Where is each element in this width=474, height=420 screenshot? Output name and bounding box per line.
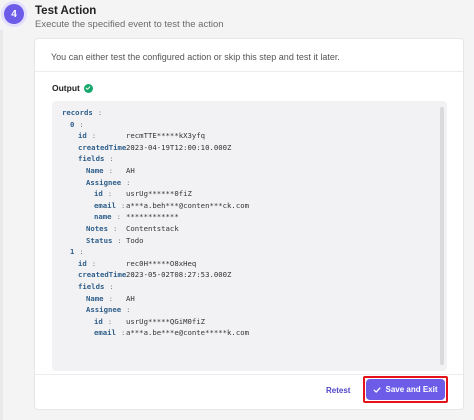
json-colon: : (109, 154, 114, 164)
json-line: Notes: Contentstack (62, 223, 433, 235)
output-code-panel[interactable]: records:0: id: recmTTE*****kX3yfq createdTi… (52, 101, 447, 371)
json-line: Name: AH (62, 293, 433, 305)
json-key: id (78, 131, 87, 141)
json-key: id (94, 189, 103, 199)
json-key: fields (78, 154, 105, 164)
json-colon: : (120, 328, 126, 338)
divider (35, 71, 463, 72)
json-colon: : (107, 316, 113, 326)
save-and-exit-button[interactable]: Save and Exit (366, 379, 445, 400)
json-colon: : (126, 177, 131, 187)
json-line: createdTime:2023-05-02T08:27:53.000Z (62, 269, 433, 281)
retest-button[interactable]: Retest (326, 386, 350, 395)
json-line: fields: (62, 281, 433, 293)
json-value: Todo (126, 235, 144, 245)
json-line: Status: Todo (62, 235, 433, 247)
step-number-badge: 4 (4, 4, 24, 24)
json-value: a***a.beh***@conten***ck.com (126, 200, 250, 210)
json-line: 1: (62, 246, 433, 258)
json-key: Notes (86, 223, 108, 233)
output-header: Output (52, 83, 93, 93)
step-title: Test Action (35, 5, 97, 17)
check-icon (374, 386, 382, 393)
json-line: createdTime:2023-04-19T12:00:10.000Z (62, 142, 433, 154)
json-line: id: usrUg*****QGiM0fiZ (62, 316, 433, 328)
json-line: id: rec0H*****O8xHeq (62, 258, 433, 270)
json-colon: : (126, 305, 131, 315)
output-label: Output (52, 83, 80, 93)
check-circle-icon (83, 83, 93, 93)
json-line: id: recmTTE*****kX3yfq (62, 130, 433, 142)
footer-divider (35, 374, 463, 375)
output-json-tree: records:0: id: recmTTE*****kX3yfq createdTi… (62, 107, 433, 339)
json-colon: : (108, 165, 113, 175)
json-key: name (94, 212, 112, 222)
json-key: Assignee (86, 305, 122, 315)
info-text: You can either test the configured actio… (51, 52, 340, 62)
json-line: name: ************ (62, 211, 433, 223)
test-action-step: 4 Test Action Execute the specified even… (0, 0, 474, 420)
json-key: fields (78, 281, 105, 291)
json-value: 2023-04-19T12:00:10.000Z (126, 142, 232, 152)
json-colon: : (116, 212, 121, 222)
json-value: ************ (126, 212, 179, 222)
json-colon: : (107, 189, 113, 199)
json-colon: : (109, 281, 114, 291)
json-line: email: a***a.beh***@conten***ck.com (62, 200, 433, 212)
scrollbar[interactable] (440, 107, 444, 365)
json-key: Name (86, 165, 104, 175)
json-line: 0: (62, 119, 433, 131)
json-key: 1 (70, 247, 75, 257)
json-value: AH (126, 165, 135, 175)
json-key: email (94, 200, 116, 210)
json-key: 0 (70, 119, 75, 129)
json-line: records: (62, 107, 433, 119)
json-value: usrUg*****QGiM0fiZ (126, 316, 206, 326)
json-key: Name (86, 293, 104, 303)
json-value: 2023-05-02T08:27:53.000Z (126, 270, 232, 280)
json-key: createdTime (78, 142, 127, 152)
json-colon: : (91, 131, 97, 141)
json-key: records (62, 108, 93, 117)
json-line: fields: (62, 153, 433, 165)
json-colon: : (120, 200, 126, 210)
json-key: createdTime (78, 270, 127, 280)
json-value: a***a.be***e@conte*****k.com (126, 328, 250, 338)
json-key: Assignee (86, 177, 122, 187)
save-and-exit-label: Save and Exit (385, 385, 438, 394)
json-value: recmTTE*****kX3yfq (126, 131, 206, 141)
json-colon: : (108, 293, 113, 303)
json-value: rec0H*****O8xHeq (126, 258, 197, 268)
step-connector-line (0, 30, 3, 420)
json-line: Assignee: (62, 177, 433, 189)
json-key: Status (86, 235, 113, 245)
json-key: id (94, 316, 103, 326)
step-subtitle: Execute the specified event to test the … (35, 19, 224, 30)
test-action-card: You can either test the configured actio… (34, 38, 464, 410)
json-key: email (94, 328, 116, 338)
json-colon: : (112, 223, 118, 233)
json-colon: : (117, 235, 122, 245)
json-line: id: usrUg******0fiZ (62, 188, 433, 200)
json-value: AH (126, 293, 135, 303)
json-value: usrUg******0fiZ (126, 189, 192, 199)
json-colon: : (91, 258, 97, 268)
json-colon: : (79, 119, 84, 129)
json-colon: : (97, 108, 103, 117)
json-line: Assignee: (62, 304, 433, 316)
json-key: id (78, 258, 87, 268)
json-line: Name: AH (62, 165, 433, 177)
json-colon: : (79, 247, 84, 257)
json-line: email: a***a.be***e@conte*****k.com (62, 327, 433, 339)
json-value: Contentstack (126, 223, 179, 233)
